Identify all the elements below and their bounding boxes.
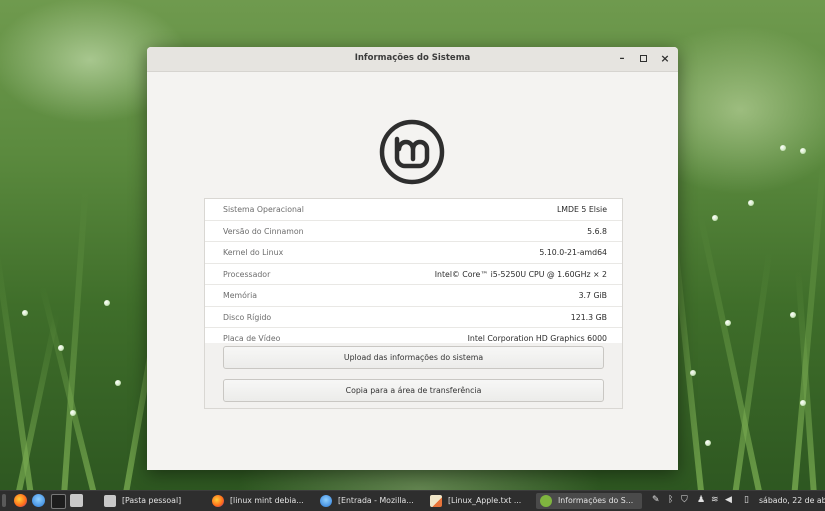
task-system-info-active[interactable]: Informações do S...	[536, 493, 642, 509]
clock[interactable]: sábado, 22 de ab	[759, 493, 825, 509]
info-row-kernel: Kernel do Linux 5.10.0-21-amd64	[205, 242, 622, 264]
info-value: 3.7 GiB	[578, 291, 607, 300]
system-info-window: Informações do Sistema – × Sistema Opera…	[147, 47, 678, 470]
close-button[interactable]: ×	[658, 52, 672, 66]
text-editor-icon	[430, 495, 442, 507]
wifi-icon[interactable]: ≋	[711, 494, 719, 507]
battery-icon[interactable]: ▯	[744, 494, 749, 507]
file-manager-launcher-icon[interactable]	[70, 494, 83, 507]
bluetooth-icon[interactable]: ᛒ	[668, 494, 673, 507]
info-label: Sistema Operacional	[223, 205, 304, 214]
maximize-icon	[639, 55, 647, 62]
upload-info-button[interactable]: Upload das informações do sistema	[223, 346, 604, 369]
task-pasta-pessoal[interactable]: [Pasta pessoal]	[100, 493, 204, 509]
system-info-card: Sistema Operacional LMDE 5 Elsie Versão …	[204, 198, 623, 409]
firefox-icon	[212, 495, 224, 507]
info-value: LMDE 5 Elsie	[556, 205, 607, 214]
shield-icon[interactable]: ⛉	[681, 494, 688, 507]
task-text-editor[interactable]: [Linux_Apple.txt ...	[426, 493, 532, 509]
task-label: Informações do S...	[558, 496, 634, 505]
task-label: [Pasta pessoal]	[122, 496, 182, 505]
info-label: Kernel do Linux	[223, 248, 284, 257]
folder-icon	[104, 495, 116, 507]
user-icon[interactable]: ♟	[697, 494, 705, 507]
firefox-launcher-icon[interactable]	[14, 494, 27, 507]
info-value: 121.3 GB	[570, 312, 607, 322]
menu-edge-icon[interactable]	[2, 494, 6, 507]
system-info-icon	[540, 495, 552, 507]
update-manager-icon[interactable]: ✎	[652, 494, 660, 507]
taskbar: [Pasta pessoal] [linux mint debia... [En…	[0, 490, 825, 511]
task-label: [Entrada - Mozilla...	[338, 496, 414, 505]
thunderbird-launcher-icon[interactable]	[32, 494, 45, 507]
info-value: Intel© Core™ i5-5250U CPU @ 1.60GHz × 2	[434, 269, 607, 279]
copy-to-clipboard-button[interactable]: Copia para a área de transferência	[223, 379, 604, 402]
window-title: Informações do Sistema	[354, 53, 471, 63]
info-label: Memória	[223, 291, 258, 300]
task-label: [Linux_Apple.txt ...	[448, 496, 522, 505]
info-value: 5.10.0-21-amd64	[539, 248, 607, 257]
info-row-cinnamon: Versão do Cinnamon 5.6.8	[205, 221, 622, 242]
info-value: 5.6.8	[587, 226, 607, 236]
maximize-button[interactable]	[636, 52, 650, 66]
minimize-button[interactable]: –	[615, 52, 629, 66]
volume-icon[interactable]: ◀	[725, 494, 732, 507]
info-label: Processador	[223, 269, 271, 279]
window-titlebar[interactable]: Informações do Sistema – ×	[147, 47, 678, 72]
task-label: [linux mint debia...	[230, 496, 304, 505]
info-value: Intel Corporation HD Graphics 6000	[467, 334, 607, 343]
action-button-area: Upload das informações do sistema Copia …	[205, 343, 622, 408]
info-label: Versão do Cinnamon	[223, 226, 304, 236]
thunderbird-icon	[320, 495, 332, 507]
linux-mint-logo	[379, 119, 445, 185]
terminal-launcher-icon[interactable]	[51, 494, 66, 509]
task-firefox[interactable]: [linux mint debia...	[208, 493, 312, 509]
info-row-disk: Disco Rígido 121.3 GB	[205, 307, 622, 328]
info-label: Disco Rígido	[223, 312, 272, 322]
info-label: Placa de Vídeo	[223, 334, 281, 343]
task-thunderbird[interactable]: [Entrada - Mozilla...	[316, 493, 422, 509]
info-row-os: Sistema Operacional LMDE 5 Elsie	[205, 199, 622, 221]
info-row-memory: Memória 3.7 GiB	[205, 285, 622, 307]
info-row-processor: Processador Intel© Core™ i5-5250U CPU @ …	[205, 264, 622, 285]
